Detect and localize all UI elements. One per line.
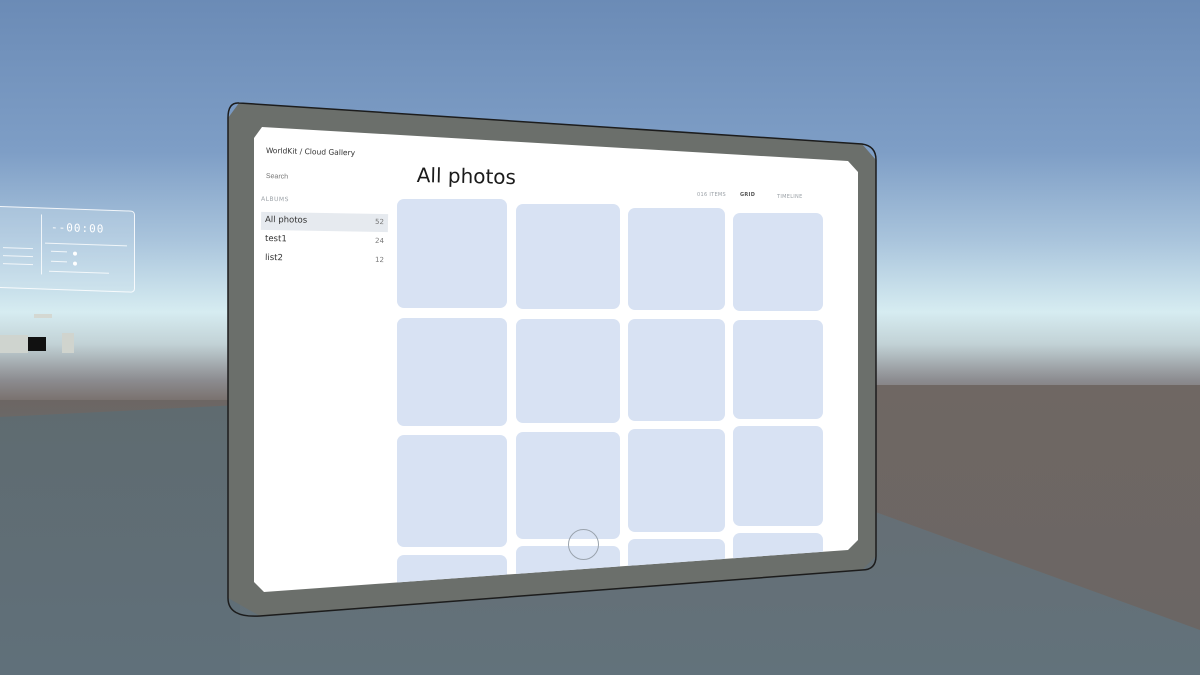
album-count: 52 [375,217,385,227]
photo-tile[interactable] [397,318,507,426]
tablet-window: WorldKit / Cloud Gallery ALBUMS All phot… [0,0,1200,675]
breadcrumb[interactable]: WorldKit / Cloud Gallery [266,146,355,157]
photo-tile[interactable] [516,319,620,423]
albums-section-label: ALBUMS [260,195,290,204]
album-label: All photos [264,214,308,226]
album-label: test1 [264,233,287,245]
home-indicator-button[interactable] [568,529,599,560]
album-count: 12 [375,255,385,265]
photo-tile[interactable] [516,432,620,539]
sidebar-item-list2[interactable]: list2 12 [261,250,388,270]
photo-tile[interactable] [733,320,823,419]
photo-tile[interactable] [397,199,507,308]
photo-tile[interactable] [628,429,725,532]
photo-tile[interactable] [733,426,823,526]
album-count: 24 [375,236,385,246]
album-label: list2 [264,252,284,264]
photo-tile[interactable] [516,204,620,309]
sidebar-item-all-photos[interactable]: All photos 52 [260,211,389,233]
tab-timeline[interactable]: TIMELINE [777,194,803,200]
sidebar-item-test1[interactable]: test1 24 [261,231,388,251]
photo-tile[interactable] [397,435,507,547]
page-title: All photos [416,163,517,190]
tab-grid[interactable]: GRID [740,192,755,198]
photo-tile[interactable] [733,213,823,311]
photo-tile[interactable] [628,208,725,310]
photo-tile[interactable] [628,319,725,421]
item-count: 016 ITEMS [697,192,727,198]
search-input[interactable] [265,173,376,183]
